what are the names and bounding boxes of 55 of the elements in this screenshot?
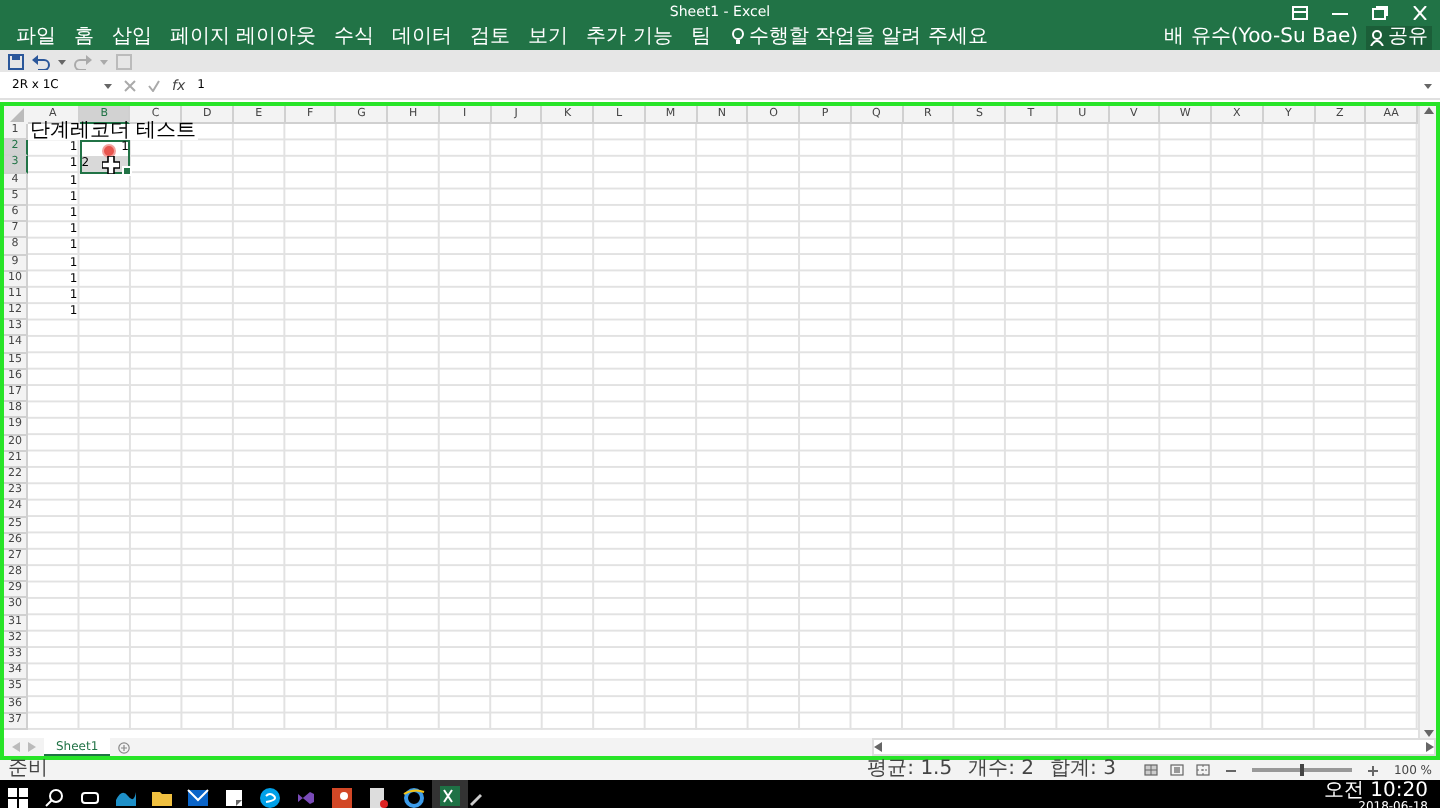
share-button[interactable]: 공유 — [1366, 25, 1432, 49]
spreadsheet-icon — [438, 784, 462, 808]
caret-icon[interactable] — [104, 81, 112, 89]
ribbon-tab[interactable]: 팀 — [690, 25, 711, 49]
clock-time: 오전 10:20 — [1324, 781, 1428, 799]
ribbon-tab[interactable]: 데이터 — [392, 25, 453, 49]
fill-handle[interactable] — [122, 165, 133, 176]
check-icon[interactable] — [148, 79, 160, 91]
scroll-right-icon[interactable] — [1426, 742, 1434, 752]
note-icon — [222, 785, 246, 808]
add-sheet-icon[interactable] — [118, 741, 131, 753]
status-statistic: 평균: 1.5 — [867, 760, 953, 780]
ribbon-tab[interactable]: 홈 — [74, 25, 94, 49]
ribbon-tab[interactable]: 페이지 레이아웃 — [170, 25, 317, 49]
person-icon — [1370, 29, 1384, 45]
status-mode: 준비 — [8, 760, 48, 780]
document-icon — [366, 785, 390, 808]
ribbon-tab[interactable]: 보기 — [528, 25, 569, 49]
vertical-scrollbar[interactable] — [1418, 106, 1436, 738]
ribbon-tab[interactable]: 파일 — [16, 25, 56, 49]
caret-icon[interactable] — [58, 57, 66, 65]
tell-me-field[interactable]: 수행할 작업을 알려 주세요 — [748, 25, 988, 49]
zoom-out-icon[interactable] — [1225, 765, 1236, 775]
undo-icon[interactable] — [32, 53, 50, 69]
ribbon-tab[interactable]: 삽입 — [112, 25, 152, 49]
chat-bubble-icon — [258, 785, 282, 808]
save-icon[interactable] — [8, 53, 24, 69]
windows-logo-icon — [6, 785, 30, 808]
horizontal-scrollbar[interactable] — [872, 738, 1436, 756]
envelope-icon — [186, 785, 210, 808]
spreadsheet-button[interactable] — [432, 780, 468, 808]
status-statistic: 합계: 3 — [1050, 760, 1116, 780]
globe-icon — [402, 785, 426, 808]
scroll-left-icon[interactable] — [874, 742, 882, 752]
normal-view-icon[interactable] — [1143, 764, 1158, 776]
page-break-icon[interactable] — [1195, 764, 1210, 776]
scroll-up-icon[interactable] — [1423, 106, 1433, 114]
status-statistic: 개수: 2 — [968, 760, 1035, 780]
user-name[interactable]: 배 유수(Yoo-Su Bae) — [1164, 25, 1358, 49]
cell-cursor-icon — [102, 156, 120, 174]
click-marker-icon — [102, 144, 116, 158]
ribbon-tab[interactable]: 검토 — [470, 25, 511, 49]
search-icon — [42, 785, 66, 808]
ribbon-tab[interactable]: 추가 기능 — [586, 25, 673, 49]
caret-icon[interactable] — [1424, 81, 1432, 89]
cell-value: 단계레코더 테스트 — [28, 124, 199, 141]
zoom-in-icon[interactable] — [1367, 765, 1378, 775]
page-layout-icon[interactable] — [1169, 764, 1184, 776]
zoom-thumb[interactable] — [1299, 764, 1304, 776]
close-icon[interactable] — [1412, 5, 1428, 19]
lightbulb-icon — [732, 28, 745, 46]
pen-icon[interactable] — [468, 789, 484, 805]
restore-icon[interactable] — [1372, 5, 1388, 19]
ribbon-tab[interactable]: 수식 — [334, 25, 375, 49]
ribbon-display-icon[interactable] — [1292, 5, 1308, 19]
